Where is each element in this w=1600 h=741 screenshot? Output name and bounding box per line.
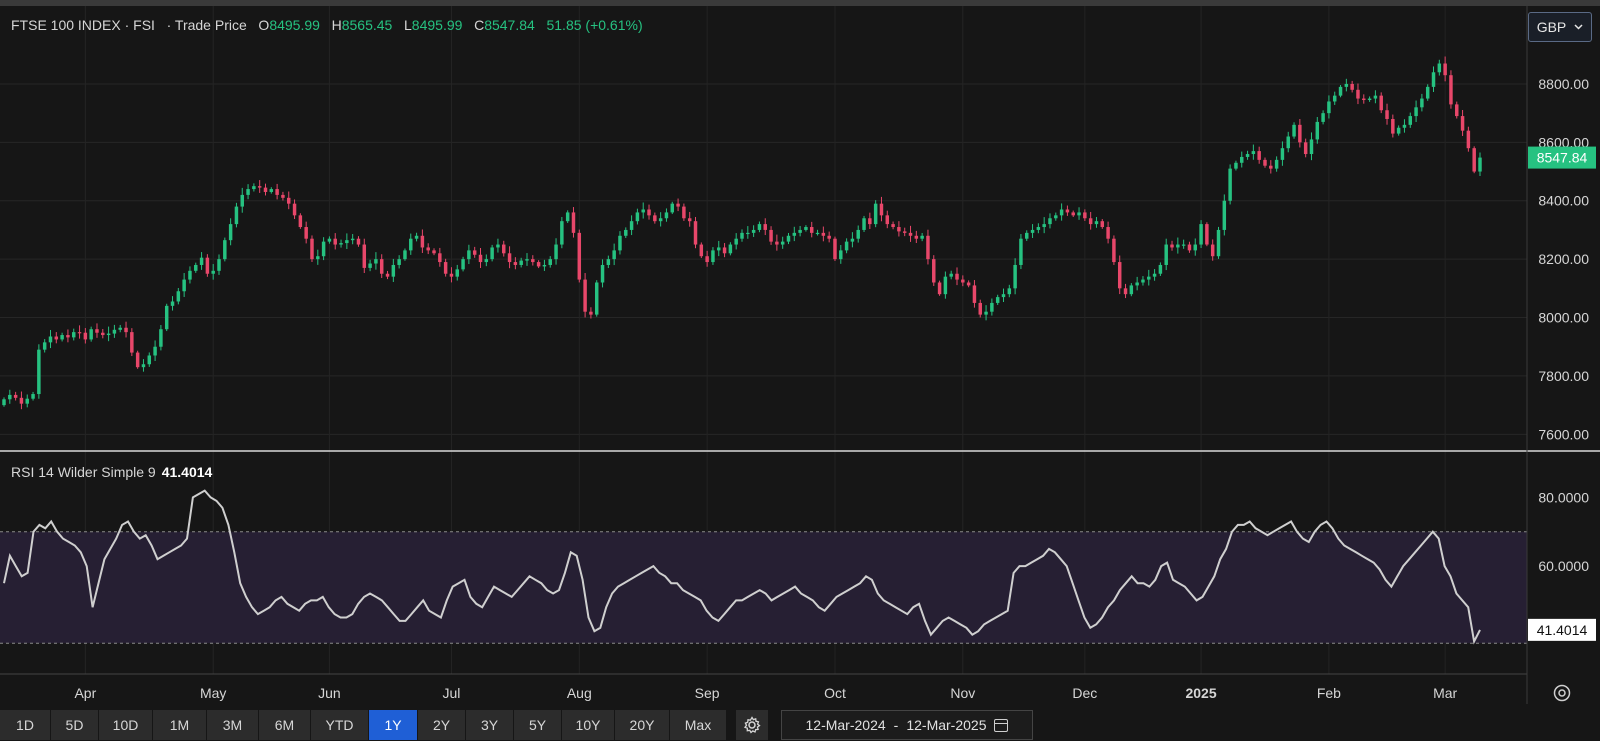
rsi-overbought-oversold-band (0, 531, 1527, 644)
candle (1199, 220, 1203, 249)
time-tick-label: May (200, 685, 226, 701)
time-tick-label: Jul (442, 685, 460, 701)
rsi-tick-label: 60.0000 (1538, 558, 1589, 574)
close-label: C (474, 17, 485, 33)
chart-canvas[interactable]: 7600.007800.008000.008200.008400.008600.… (0, 6, 1600, 710)
range-button-3m[interactable]: 3M (207, 710, 258, 740)
rsi-label: RSI 14 Wilder Simple 9 (11, 464, 156, 480)
range-button-5d[interactable]: 5D (51, 710, 98, 740)
candle (1112, 235, 1116, 265)
date-range-picker[interactable]: 12-Mar-2024 - 12-Mar-2025 (781, 710, 1033, 740)
symbol-name: FTSE 100 INDEX · FSI (11, 17, 155, 33)
range-button-2y[interactable]: 2Y (418, 710, 465, 740)
candle (298, 213, 303, 229)
open-value: 8495.99 (269, 17, 320, 33)
close-value: 8547.84 (484, 17, 535, 33)
range-button-3y[interactable]: 3Y (466, 710, 513, 740)
candle (223, 237, 227, 262)
price-tick-label: 8200.00 (1538, 251, 1589, 267)
candle (135, 350, 140, 369)
time-tick-label: Mar (1433, 685, 1457, 701)
range-button-10y[interactable]: 10Y (562, 710, 614, 740)
time-tick-label: 2025 (1185, 685, 1216, 701)
date-separator: - (893, 717, 899, 733)
time-tick-label: Oct (824, 685, 846, 701)
range-button-ytd[interactable]: YTD (311, 710, 368, 740)
time-tick-label: Aug (567, 685, 592, 701)
instrument-header: FTSE 100 INDEX · FSI · Trade Price O8495… (11, 17, 643, 33)
candle (130, 328, 134, 357)
price-tick-label: 8000.00 (1538, 310, 1589, 326)
high-value: 8565.45 (341, 17, 393, 33)
rsi-value: 41.4014 (161, 464, 213, 480)
last-price-label: 8547.84 (1537, 150, 1588, 166)
range-button-6m[interactable]: 6M (259, 710, 310, 740)
price-tick-label: 7800.00 (1538, 368, 1589, 384)
time-tick-label: Feb (1317, 685, 1341, 701)
rsi-band (0, 531, 1527, 644)
range-button-1m[interactable]: 1M (153, 710, 206, 740)
gear-icon (743, 716, 761, 734)
price-tick-label: 8400.00 (1538, 193, 1589, 209)
time-tick-label: Jun (318, 685, 341, 701)
low-label: L (404, 17, 412, 33)
range-button-1d[interactable]: 1D (0, 710, 50, 740)
candle (310, 235, 314, 262)
candle (1216, 226, 1221, 259)
range-button-20y[interactable]: 20Y (615, 710, 669, 740)
low-value: 8495.99 (411, 17, 463, 33)
date-from: 12-Mar-2024 (805, 717, 886, 733)
candle (1019, 234, 1023, 270)
range-toolbar: 1D 5D 10D 1M 3M 6M YTD 1Y 2Y 3Y 5Y 10Y 20Y Max 12-Mar… (0, 710, 1600, 741)
range-button-5y[interactable]: 5Y (514, 710, 561, 740)
candle (164, 303, 169, 332)
currency-value: GBP (1536, 19, 1567, 35)
candle (932, 255, 936, 286)
price-tick-label: 7600.00 (1538, 426, 1589, 442)
time-tick-label: Sep (695, 685, 720, 701)
candle (693, 216, 698, 249)
range-button-10d[interactable]: 10D (99, 710, 152, 740)
open-label: O (258, 17, 270, 33)
last-rsi-label: 41.4014 (1537, 622, 1588, 638)
target-icon[interactable] (1553, 684, 1571, 702)
time-tick-label: Apr (74, 685, 96, 701)
candle (1205, 222, 1209, 247)
candle (1449, 70, 1453, 109)
candle (577, 229, 582, 283)
candle (37, 344, 41, 399)
date-to: 12-Mar-2025 (906, 717, 987, 733)
candle (1472, 146, 1476, 174)
rsi-header: RSI 14 Wilder Simple 9 41.4014 (11, 464, 212, 480)
time-tick-label: Nov (950, 685, 975, 701)
candle (699, 242, 704, 259)
candle (583, 273, 587, 318)
candle (833, 236, 837, 261)
high-label: H (331, 17, 342, 33)
calendar-icon (994, 718, 1009, 732)
range-button-1y[interactable]: 1Y (369, 710, 417, 740)
settings-button[interactable] (736, 710, 768, 740)
chevron-down-icon (1574, 24, 1583, 30)
candle (937, 280, 942, 296)
candle (1228, 164, 1232, 205)
candle (873, 200, 878, 228)
change-value: 51.85 (+0.61%) (546, 17, 643, 33)
price-type: · Trade Price (166, 17, 247, 33)
rsi-tick-label: 80.0000 (1538, 489, 1589, 505)
currency-select[interactable]: GBP (1528, 12, 1592, 42)
candle (594, 280, 599, 317)
time-tick-label: Dec (1072, 685, 1097, 701)
price-tick-label: 8800.00 (1538, 76, 1589, 92)
candle (862, 215, 866, 232)
range-button-max[interactable]: Max (670, 710, 726, 740)
candle (560, 216, 564, 249)
